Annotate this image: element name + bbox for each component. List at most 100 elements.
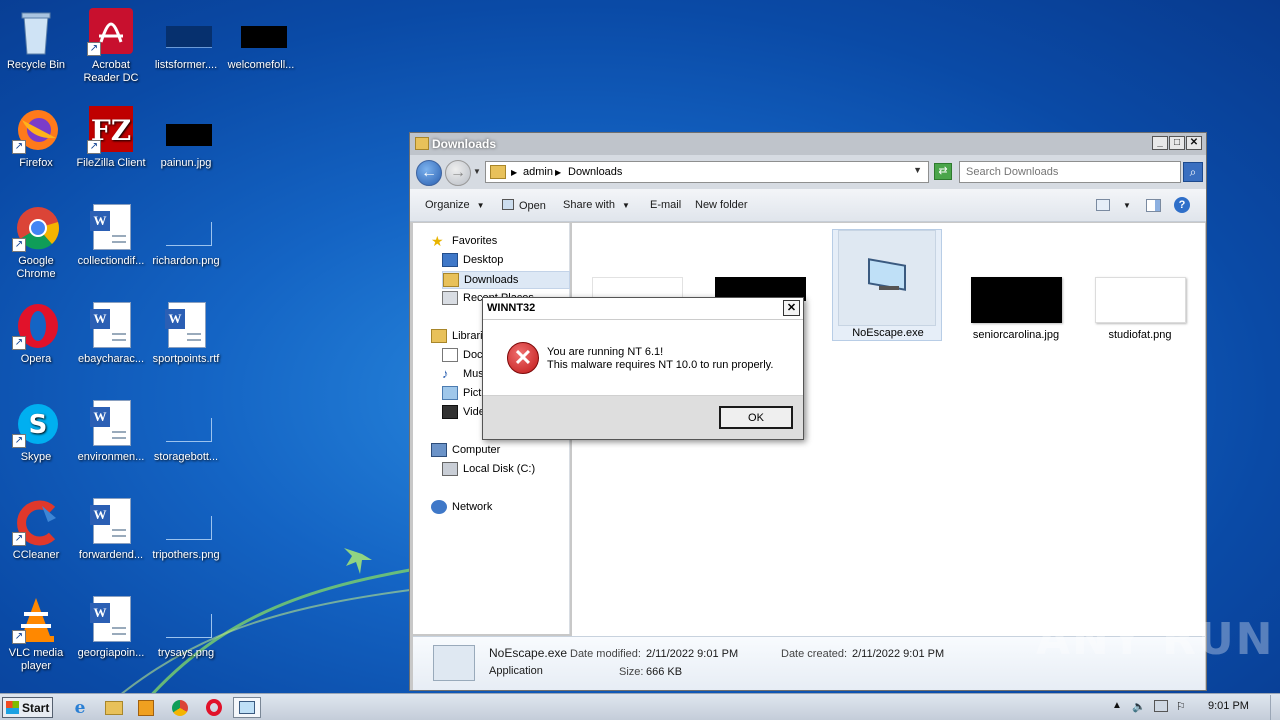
firefox-icon: ↗ [12, 106, 60, 154]
desktop-icon-environmen[interactable]: W environmen... [72, 400, 150, 464]
desktop-icon-welcomefoll[interactable]: welcomefoll... [222, 8, 300, 72]
taskbar-noescape[interactable] [233, 697, 261, 718]
svg-text:S: S [29, 410, 48, 440]
address-field[interactable]: ▶ admin ▶ Downloads ▼ [485, 161, 929, 183]
file-item-studiofat[interactable]: studiofat.png [1085, 277, 1195, 341]
show-desktop-button[interactable] [1270, 695, 1280, 720]
dialog-title: WINNT32 [487, 302, 536, 314]
desktop-icon-label: tripothers.png [152, 549, 220, 561]
refresh-icon[interactable]: ⇄ [934, 163, 952, 180]
breadcrumb-separator-icon[interactable]: ▶ [555, 168, 561, 177]
network-status-icon[interactable] [1154, 700, 1168, 712]
breadcrumb-admin[interactable]: admin [523, 166, 553, 178]
desktop-icon-trysays[interactable]: trysays.png [147, 596, 225, 660]
back-button[interactable]: ← [416, 160, 442, 186]
taskbar-chrome[interactable] [166, 697, 194, 718]
desktop-icon-sportpoints[interactable]: W sportpoints.rtf [147, 302, 225, 366]
desktop-icon-richardon[interactable]: richardon.png [147, 204, 225, 268]
show-hidden-icons-icon[interactable]: ▲ [1112, 700, 1122, 711]
desktop-icon-firefox[interactable]: ↗ Firefox [0, 106, 75, 170]
close-button[interactable]: ✕ [1186, 136, 1202, 150]
desktop-icon-recycle-bin[interactable]: Recycle Bin [0, 8, 75, 72]
taskbar-media-player[interactable] [132, 697, 160, 718]
help-icon[interactable]: ? [1174, 197, 1190, 213]
dialog-titlebar[interactable]: WINNT32 ✕ [483, 298, 803, 320]
share-with-button[interactable]: Share with ▼ [563, 199, 630, 211]
desktop-icon-georgiapoin[interactable]: W georgiapoin... [72, 596, 150, 660]
minimize-button[interactable]: _ [1152, 136, 1168, 150]
desktop-icon-ebaycharac[interactable]: W ebaycharac... [72, 302, 150, 366]
folder-icon [105, 700, 123, 715]
desktop-icon-ccleaner[interactable]: ↗ CCleaner [0, 498, 75, 562]
nav-network[interactable]: Network [431, 500, 492, 514]
desktop-icon-acrobat[interactable]: ↗ Acrobat Reader DC [72, 8, 150, 85]
nav-downloads[interactable]: Downloads [442, 271, 570, 289]
breadcrumb-downloads[interactable]: Downloads [568, 166, 622, 178]
nav-desktop[interactable]: Desktop [442, 253, 503, 267]
details-file-type: Application [489, 665, 543, 677]
view-options-dropdown-icon[interactable]: ▼ [1123, 201, 1131, 210]
windows-logo-icon [6, 701, 19, 714]
network-icon [431, 500, 447, 514]
nav-favorites[interactable]: ★ Favorites [431, 234, 497, 248]
taskbar-explorer[interactable] [100, 697, 128, 718]
filezilla-icon: FZ ↗ [87, 106, 135, 154]
desktop-icon-storagebott[interactable]: storagebott... [147, 400, 225, 464]
new-folder-button[interactable]: New folder [695, 199, 748, 211]
ok-button[interactable]: OK [719, 406, 793, 429]
forward-button[interactable]: → [445, 160, 471, 186]
open-button[interactable]: Open [502, 199, 546, 212]
desktop-icon-chrome[interactable]: ↗ Google Chrome [0, 204, 75, 281]
desktop-icon-tripothers[interactable]: tripothers.png [147, 498, 225, 562]
recent-pages-dropdown-icon[interactable]: ▼ [473, 167, 481, 176]
desktop-icon-vlc[interactable]: ↗ VLC media player [0, 596, 75, 673]
dialog-close-button[interactable]: ✕ [783, 300, 800, 316]
system-tray: ▲ 🔈 ⚐ 9:01 PM [1100, 694, 1280, 720]
file-name: NoEscape.exe [852, 327, 924, 339]
nav-computer[interactable]: Computer [431, 443, 500, 457]
email-button[interactable]: E-mail [650, 199, 681, 211]
clock[interactable]: 9:01 PM [1208, 700, 1249, 712]
preview-pane-icon[interactable] [1146, 199, 1161, 212]
organize-button[interactable]: Organize ▼ [425, 199, 485, 211]
breadcrumb-separator-icon[interactable]: ▶ [511, 168, 517, 177]
pictures-icon [442, 386, 458, 400]
file-thumbnail-icon [162, 400, 212, 448]
details-size-label: Size: [619, 666, 644, 678]
taskbar-opera[interactable] [200, 697, 228, 718]
desktop-icon-label: welcomefoll... [227, 59, 295, 71]
explorer-titlebar[interactable]: Downloads _ □ ✕ [410, 133, 1206, 155]
address-dropdown-icon[interactable]: ▼ [913, 165, 922, 175]
file-item-seniorcarolina[interactable]: seniorcarolina.jpg [961, 277, 1071, 341]
desktop-icon [442, 253, 458, 267]
desktop-icon-opera[interactable]: ↗ Opera [0, 302, 75, 366]
desktop-icon-painun[interactable]: painun.jpg [147, 106, 225, 170]
desktop-icon-skype[interactable]: S ↗ Skype [0, 400, 75, 464]
search-input[interactable] [966, 163, 1166, 181]
nav-local-disk[interactable]: Local Disk (C:) [442, 462, 535, 476]
maximize-button[interactable]: □ [1169, 136, 1185, 150]
desktop-icon-filezilla[interactable]: FZ ↗ FileZilla Client [72, 106, 150, 170]
image-thumbnail-icon [162, 498, 212, 546]
shortcut-arrow-icon: ↗ [12, 238, 26, 252]
file-item-noescape[interactable]: NoEscape.exe [832, 229, 942, 341]
flag-icon[interactable]: ⚐ [1176, 700, 1186, 713]
taskbar: Start e ▲ 🔈 ⚐ 9:01 PM [0, 693, 1280, 720]
change-view-icon[interactable] [1096, 199, 1110, 211]
volume-icon[interactable]: 🔈 [1132, 700, 1146, 713]
desktop-icon-forwardend[interactable]: W forwardend... [72, 498, 150, 562]
image-thumbnail-icon [237, 8, 287, 56]
search-box[interactable] [959, 161, 1181, 183]
music-icon: ♪ [442, 366, 449, 381]
error-dialog[interactable]: WINNT32 ✕ ✕ You are running NT 6.1! This… [482, 297, 804, 440]
desktop-icon-collectiondif[interactable]: W collectiondif... [72, 204, 150, 268]
opera-icon: ↗ [12, 302, 60, 350]
desktop-icon-listsformer[interactable]: listsformer.... [147, 8, 225, 72]
taskbar-ie[interactable]: e [66, 697, 94, 718]
word-document-icon: W [87, 400, 135, 448]
window-controls: _ □ ✕ [1152, 136, 1202, 150]
start-button[interactable]: Start [2, 697, 53, 718]
word-document-icon: W [87, 204, 135, 252]
search-icon[interactable]: ⌕ [1183, 162, 1203, 182]
desktop-icon-label: CCleaner [12, 549, 60, 561]
